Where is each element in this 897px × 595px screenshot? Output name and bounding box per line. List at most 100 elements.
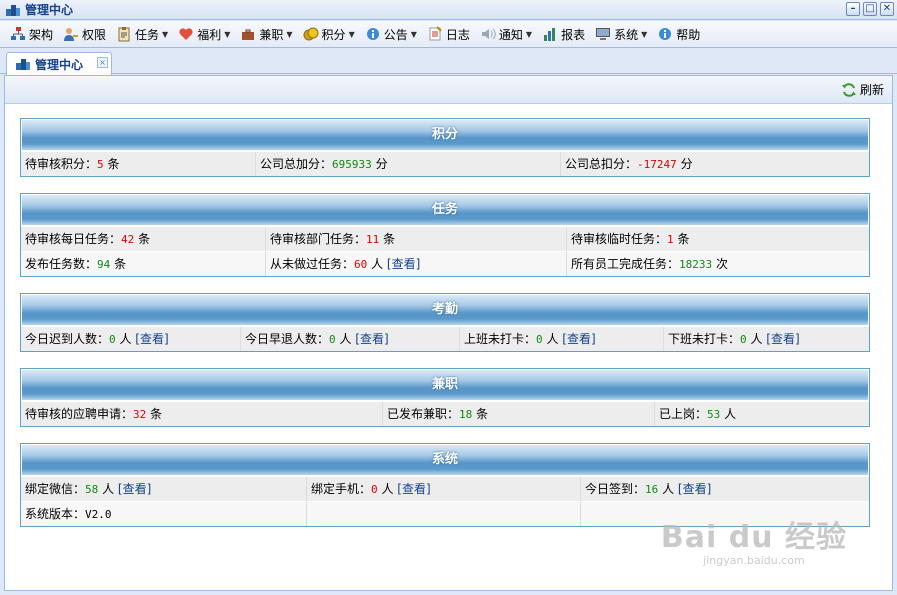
maximize-button[interactable]: □ [863,2,877,16]
completed-task-cell: 所有员工完成任务：18233 次 [571,257,728,271]
chevron-down-icon: ▼ [286,29,293,39]
baidu-watermark: Bai du 经验 jingyan.baidu.com [661,512,847,567]
app-logo-icon [16,59,30,70]
panel-parttime: 兼职 待审核的应聘申请：32 条 已发布兼职：18 条 已上岗：53 人 [20,368,870,427]
table-row: 待审核的应聘申请：32 条 已发布兼职：18 条 已上岗：53 人 [21,401,869,426]
menu-announcement[interactable]: 公告 ▼ [361,22,421,46]
menu-report[interactable]: 报表 [538,22,589,46]
view-clock-out-link[interactable]: [查看] [766,332,799,346]
main-menubar: 架构 权限 任务 ▼ 福利 ▼ 兼职 ▼ 积分 ▼ 公告 ▼ 日志 通知 ▼ 报… [0,21,897,48]
chevron-down-icon: ▼ [641,29,648,39]
late-cell: 今日迟到人数：0 人 [查看] [21,327,241,351]
posted-parttime-cell: 已发布兼职：18 条 [383,402,655,426]
bar-chart-icon [544,28,556,41]
help-icon [659,28,672,40]
onboard-cell: 已上岗：53 人 [659,407,737,421]
view-phone-link[interactable]: [查看] [397,482,430,496]
app-logo-icon [6,4,20,16]
menu-label: 福利 [197,27,222,42]
view-late-link[interactable]: [查看] [135,332,168,346]
panel-title: 兼职 [22,370,868,400]
pending-points-cell: 待审核积分：5 条 [21,152,256,176]
menu-log[interactable]: 日志 [423,22,474,46]
menu-label: 帮助 [676,27,701,42]
table-row: 待审核积分：5 条 公司总加分：695933 分 公司总扣分：-17247 分 [21,151,869,176]
menu-label: 积分 [321,27,346,42]
chevron-down-icon: ▼ [348,29,355,39]
window-title: 管理中心 [25,3,74,17]
panel-title: 考勤 [22,295,868,325]
briefcase-icon [242,29,255,40]
info-icon [366,28,379,40]
view-clock-in-link[interactable]: [查看] [562,332,595,346]
total-deduct-value: -17247 [637,158,677,171]
view-signin-link[interactable]: [查看] [678,482,711,496]
table-row: 今日迟到人数：0 人 [查看] 今日早退人数：0 人 [查看] 上班未打卡：0 … [21,326,869,351]
tab-close-icon[interactable]: × [97,57,108,68]
org-chart-icon [11,27,25,40]
heart-icon [179,28,193,40]
menu-label: 通知 [498,27,523,42]
menu-org[interactable]: 架构 [6,22,57,46]
watermark-main: Bai du 经验 [660,520,847,555]
clock-out-cell: 下班未打卡：0 人 [查看] [668,332,800,346]
menu-label: 公告 [383,27,408,42]
tab-strip: 管理中心 × [0,49,897,75]
view-early-link[interactable]: [查看] [355,332,388,346]
close-button[interactable]: ✕ [880,2,894,16]
menu-label: 任务 [135,27,160,42]
total-deduct-cell: 公司总扣分：-17247 分 [565,157,693,171]
refresh-icon [841,82,856,97]
panel-tasks: 任务 待审核每日任务：42 条 待审核部门任务：11 条 待审核临时任务：1 条… [20,193,870,277]
user-key-icon [64,28,79,41]
menu-label: 报表 [561,27,586,42]
bind-wechat-cell: 绑定微信：58 人 [查看] [21,477,307,501]
clock-in-cell: 上班未打卡：0 人 [查看] [460,327,664,351]
view-wechat-link[interactable]: [查看] [118,482,151,496]
total-add-value: 695933 [332,158,372,171]
bind-phone-cell: 绑定手机：0 人 [查看] [307,477,581,501]
content-toolbar: 刷新 [5,76,892,104]
pending-points-value: 5 [97,158,104,171]
view-never-task-link[interactable]: [查看] [387,257,420,271]
refresh-button[interactable]: 刷新 [841,81,884,98]
chevron-down-icon: ▼ [162,29,169,39]
empty-cell [307,502,581,526]
menu-label: 日志 [445,27,470,42]
menu-label: 兼职 [259,27,284,42]
menu-welfare[interactable]: 福利 ▼ [174,22,234,46]
published-task-cell: 发布任务数：94 条 [21,252,266,276]
coins-icon [303,27,319,41]
chevron-down-icon: ▼ [224,29,231,39]
version-value: V2.0 [85,508,112,521]
panel-points: 积分 待审核积分：5 条 公司总加分：695933 分 公司总扣分：-17247… [20,118,870,177]
temp-task-cell: 待审核临时任务：1 条 [571,232,690,246]
menu-permission[interactable]: 权限 [59,22,110,46]
dept-task-cell: 待审核部门任务：11 条 [266,227,567,251]
chevron-down-icon: ▼ [525,29,533,39]
menu-tasks[interactable]: 任务 ▼ [112,22,172,46]
table-row: 待审核每日任务：42 条 待审核部门任务：11 条 待审核临时任务：1 条 [21,226,869,251]
menu-parttime[interactable]: 兼职 ▼ [236,22,296,46]
computer-icon [596,28,611,40]
never-task-cell: 从未做过任务：60 人 [查看] [266,252,567,276]
tab-admin-center[interactable]: 管理中心 × [6,52,112,75]
menu-system[interactable]: 系统 ▼ [591,22,651,46]
chevron-down-icon: ▼ [410,29,417,39]
total-add-cell: 公司总加分：695933 分 [256,152,561,176]
menu-points[interactable]: 积分 ▼ [299,22,359,46]
clipboard-icon [118,27,130,42]
version-cell: 系统版本：V2.0 [21,502,307,526]
early-leave-cell: 今日早退人数：0 人 [查看] [241,327,460,351]
panel-attendance: 考勤 今日迟到人数：0 人 [查看] 今日早退人数：0 人 [查看] 上班未打卡… [20,293,870,352]
tab-label: 管理中心 [35,57,84,72]
menu-notice[interactable]: 通知 ▼ [476,22,536,46]
menu-help[interactable]: 帮助 [653,22,704,46]
table-row: 发布任务数：94 条 从未做过任务：60 人 [查看] 所有员工完成任务：182… [21,251,869,276]
panel-title: 积分 [22,120,868,150]
panel-title: 系统 [22,445,868,475]
minimize-button[interactable]: – [846,2,860,16]
window-titlebar: 管理中心 – □ ✕ [0,0,897,20]
menu-label: 权限 [82,27,107,42]
menu-label: 系统 [614,27,639,42]
